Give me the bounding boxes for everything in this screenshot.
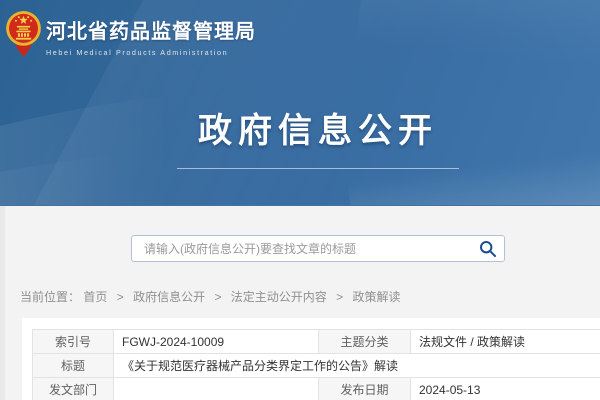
breadcrumb-separator: >	[336, 290, 343, 304]
search-bar	[131, 235, 505, 262]
site-name-english: Hebei Medical Products Administration	[46, 48, 256, 57]
breadcrumb-link-legal-disclosure[interactable]: 法定主动公开内容	[231, 290, 327, 304]
table-row: 索引号 FGWJ-2024-10009 主题分类 法规文件 / 政策解读	[33, 330, 600, 354]
topic-category-label: 主题分类	[319, 330, 411, 354]
breadcrumb-separator: >	[214, 290, 221, 304]
publish-date-value: 2024-05-13	[411, 378, 600, 400]
national-emblem-icon	[5, 9, 42, 57]
breadcrumb-link-gov-info[interactable]: 政府信息公开	[133, 290, 205, 304]
breadcrumb: 当前位置： 首页 > 政府信息公开 > 法定主动公开内容 > 政策解读	[20, 288, 401, 305]
table-row: 标题 《关于规范医疗器械产品分类界定工作的公告》解读	[33, 354, 600, 378]
search-button[interactable]	[479, 240, 497, 258]
topic-category-value: 法规文件 / 政策解读	[411, 330, 600, 354]
title-value: 《关于规范医疗器械产品分类界定工作的公告》解读	[114, 354, 600, 378]
page-banner-title: 政府信息公开	[0, 112, 600, 150]
breadcrumb-current: 政策解读	[353, 290, 401, 304]
search-icon	[479, 240, 497, 258]
document-info-table: 索引号 FGWJ-2024-10009 主题分类 法规文件 / 政策解读 标题 …	[32, 329, 600, 400]
breadcrumb-separator: >	[117, 290, 124, 304]
site-header-banner: 河北省药品监督管理局 Hebei Medical Products Admini…	[0, 0, 600, 206]
site-brand[interactable]: 河北省药品监督管理局 Hebei Medical Products Admini…	[5, 9, 256, 57]
banner-wave-decoration	[356, 0, 600, 75]
issuing-department-value	[114, 378, 319, 400]
issuing-department-label: 发文部门	[33, 378, 114, 400]
search-input[interactable]	[131, 235, 505, 262]
title-label: 标题	[33, 354, 114, 378]
publish-date-label: 发布日期	[319, 378, 411, 400]
index-number-label: 索引号	[33, 330, 114, 354]
breadcrumb-prefix: 当前位置：	[20, 290, 80, 304]
index-number-value: FGWJ-2024-10009	[114, 330, 319, 354]
table-row: 发文部门 发布日期 2024-05-13	[33, 378, 600, 400]
breadcrumb-link-home[interactable]: 首页	[83, 290, 107, 304]
document-info-card: 索引号 FGWJ-2024-10009 主题分类 法规文件 / 政策解读 标题 …	[22, 318, 600, 400]
banner-title-underline	[177, 168, 459, 169]
site-name: 河北省药品监督管理局	[46, 15, 256, 44]
page-left-edge	[0, 206, 5, 400]
